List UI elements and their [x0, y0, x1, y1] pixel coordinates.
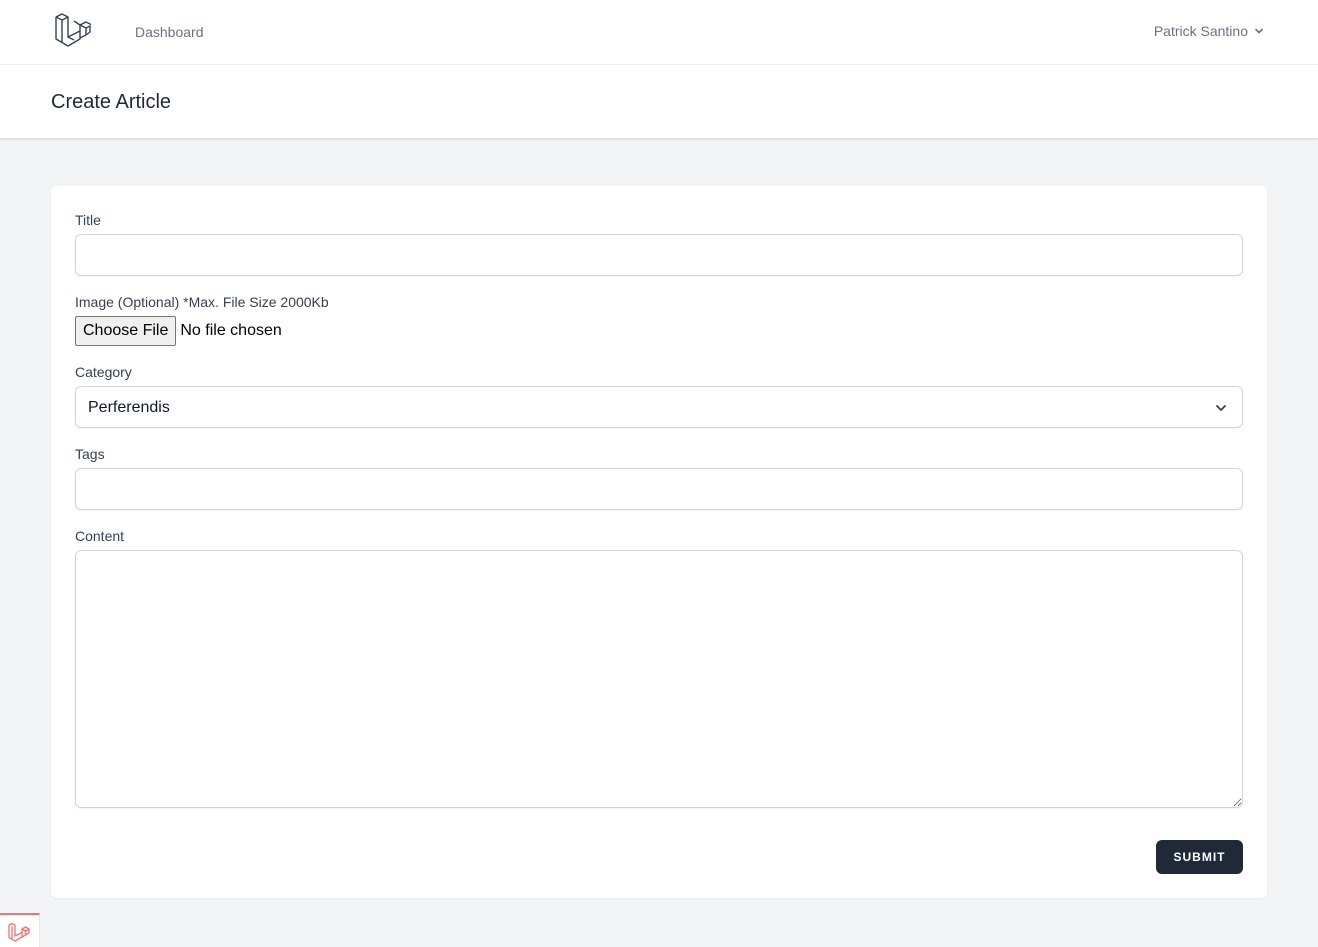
category-selected-value: Perferendis [88, 399, 170, 416]
laravel-debugbar-icon [8, 922, 30, 942]
user-menu-dropdown[interactable]: Patrick Santino [1154, 22, 1264, 40]
title-input[interactable] [75, 234, 1243, 276]
user-name: Patrick Santino [1153, 23, 1248, 39]
nav-link-dashboard[interactable]: Dashboard [135, 23, 204, 41]
debugbar-toggle[interactable] [0, 913, 40, 947]
category-label: Category [75, 364, 132, 380]
tags-label: Tags [75, 446, 105, 462]
page-header: Create Article [0, 65, 1318, 138]
content-textarea[interactable] [75, 550, 1243, 808]
content-label: Content [75, 528, 125, 544]
image-file-input[interactable]: Choose File No file chosen [75, 316, 403, 346]
laravel-logo-icon[interactable] [54, 13, 93, 51]
category-select[interactable]: Perferendis [75, 386, 1243, 428]
page-title: Create Article [51, 91, 172, 113]
choose-file-button[interactable]: Choose File [75, 316, 177, 346]
chevron-down-icon [1254, 26, 1264, 36]
file-status-text: No file chosen [180, 322, 282, 339]
top-navigation: Dashboard Patrick Santino [0, 0, 1318, 65]
create-article-form-card: Title Image (Optional) *Max. File Size 2… [51, 186, 1267, 898]
title-label: Title [75, 212, 101, 228]
chevron-down-icon [1214, 401, 1228, 420]
tags-input[interactable] [75, 468, 1243, 510]
submit-button[interactable]: SUBMIT [1156, 840, 1243, 874]
image-label: Image (Optional) *Max. File Size 2000Kb [75, 294, 329, 310]
